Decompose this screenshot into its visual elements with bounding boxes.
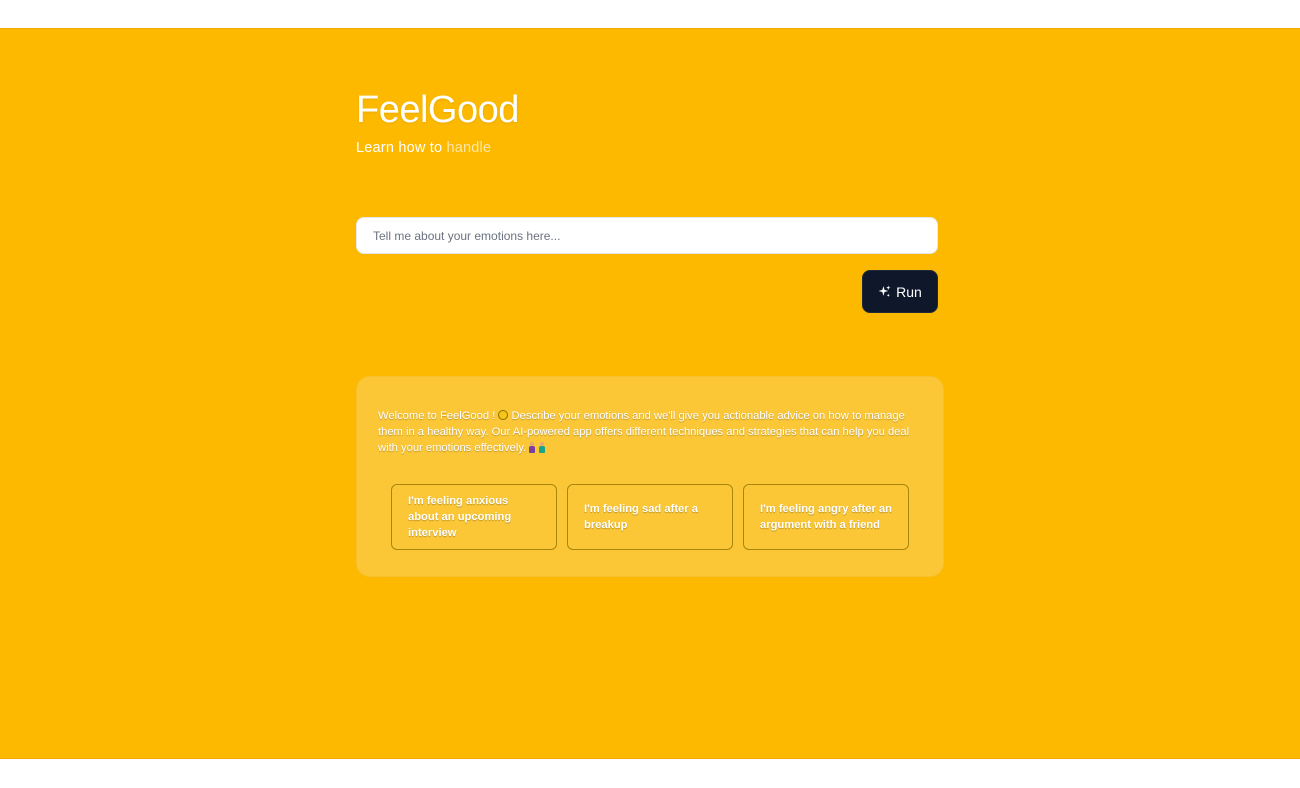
welcome-message: Welcome to FeelGood ! Describe your emot… [378,408,918,456]
emotion-input[interactable] [356,217,938,254]
subtitle-text: Learn how to [356,140,443,156]
suggestion-label: I'm feeling anxious about an upcoming in… [408,495,512,539]
suggestion-button-anxious[interactable]: I'm feeling anxious about an upcoming in… [391,484,557,550]
app-title: FeelGood [356,89,519,131]
smiling-face-emoji-icon [498,410,509,420]
welcome-card: Welcome to FeelGood ! Describe your emot… [356,376,944,577]
suggestion-label: I'm feeling angry after an argument with… [760,503,892,531]
run-button-label: Run [896,283,922,300]
subtitle-accent-word: handle [446,140,492,156]
suggestion-button-sad[interactable]: I'm feeling sad after a breakup [567,484,733,550]
run-button[interactable]: Run [862,270,938,313]
sparkles-icon [878,285,891,298]
suggestion-button-angry[interactable]: I'm feeling angry after an argument with… [743,484,909,550]
people-emoji-icon [529,442,546,453]
welcome-text-intro: Welcome to FeelGood ! [378,410,496,422]
suggestion-label: I'm feeling sad after a breakup [584,503,698,531]
app-subtitle: Learn how to handle [356,140,491,156]
